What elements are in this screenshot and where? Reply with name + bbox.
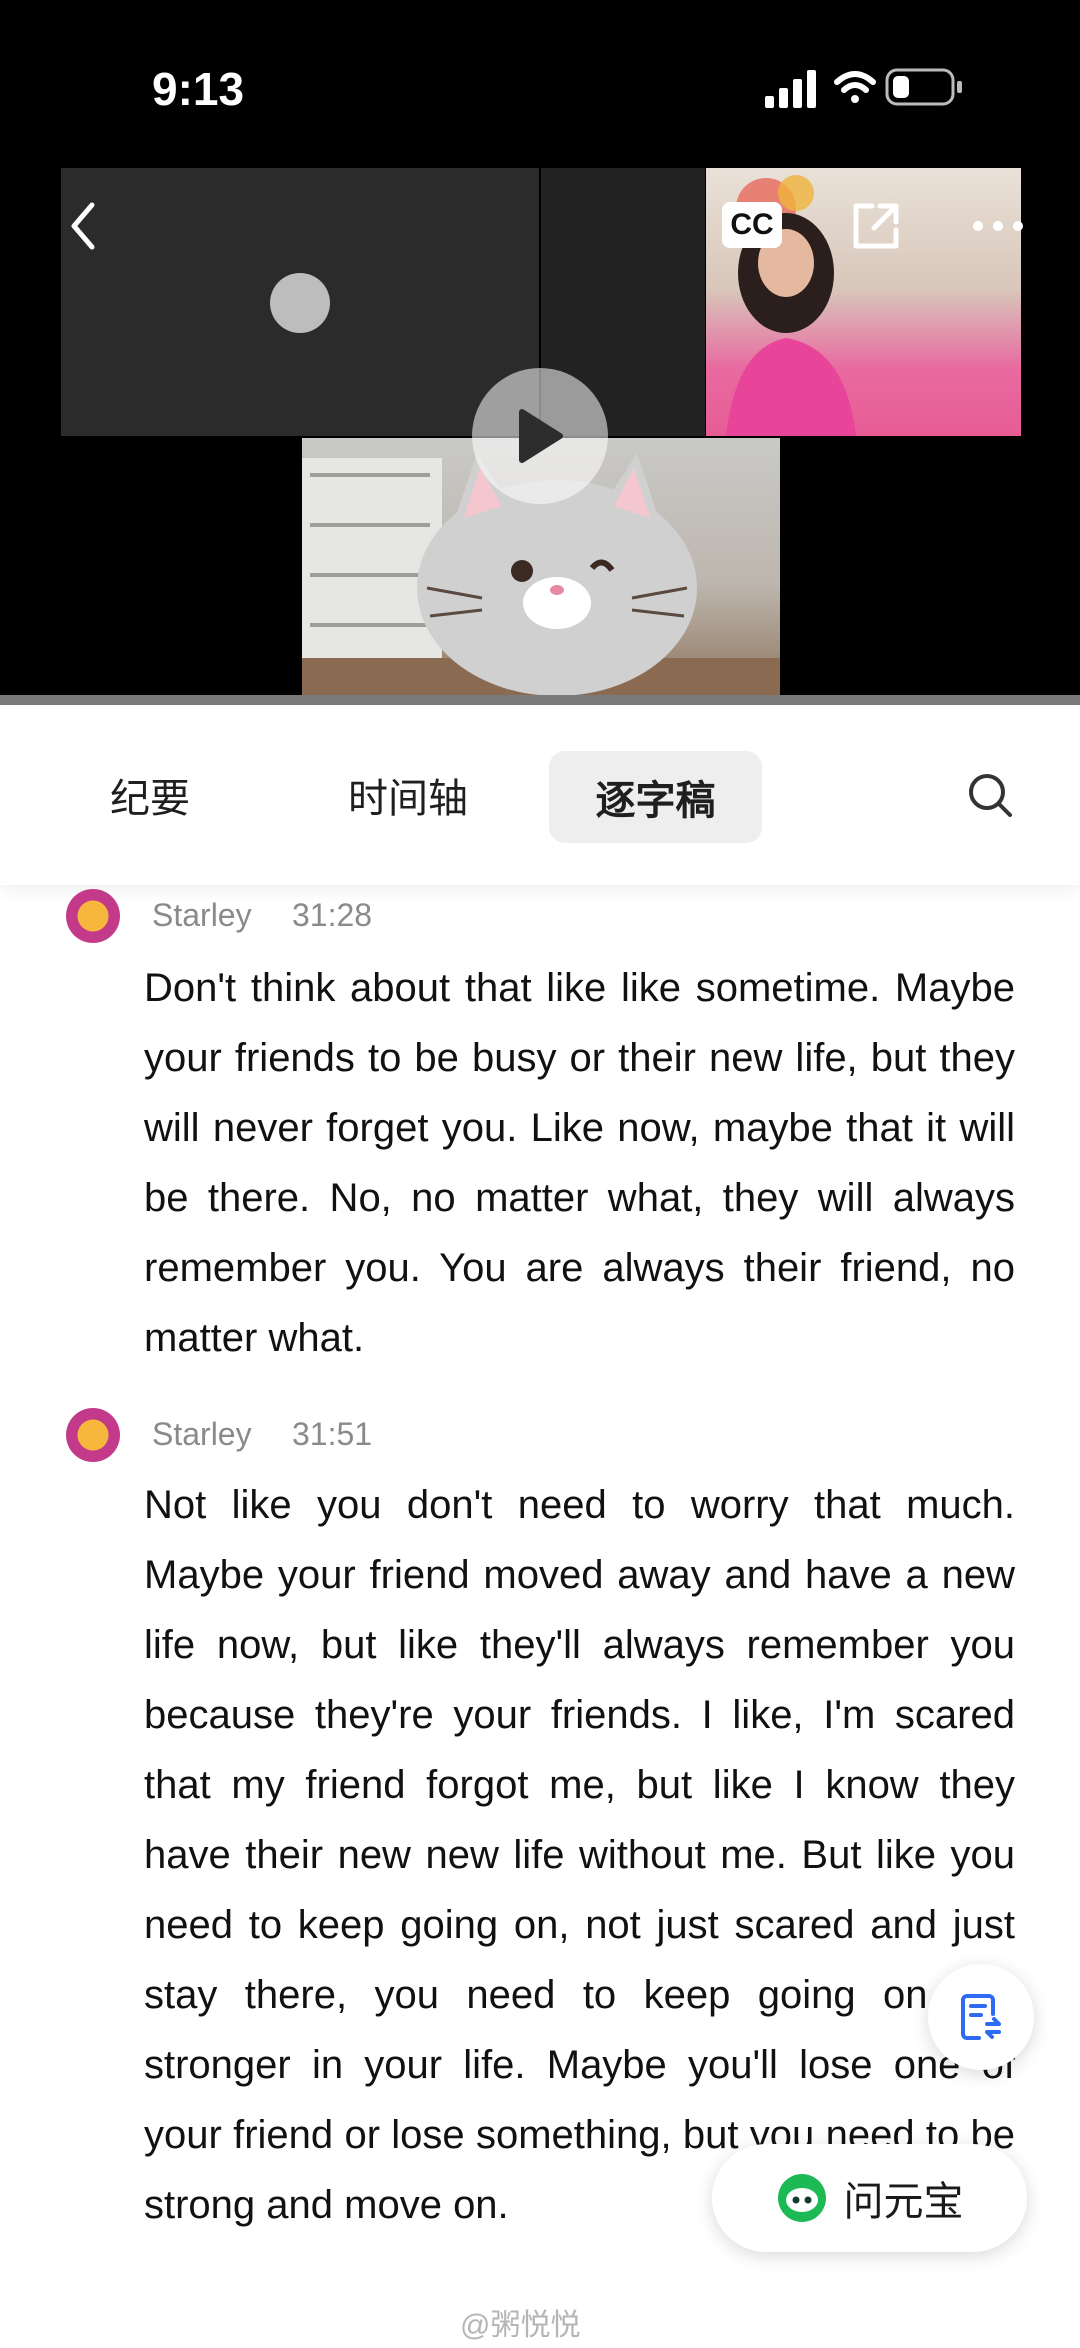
tab-summary[interactable]: 纪要: [60, 705, 240, 885]
document-action-button[interactable]: [928, 1964, 1034, 2070]
status-time: 9:13: [152, 63, 245, 115]
tab-transcript[interactable]: 逐字稿: [549, 751, 762, 843]
participant-avatar-placeholder: [270, 273, 330, 333]
wifi-icon: [834, 71, 876, 103]
status-icons: [765, 68, 962, 108]
search-icon[interactable]: [960, 765, 1020, 825]
transcript-paragraph[interactable]: Don't think about that like like sometim…: [144, 953, 1015, 1373]
speaker-timestamp[interactable]: 31:51: [292, 1416, 372, 1453]
yuanbao-icon: [777, 2174, 826, 2222]
share-icon[interactable]: [846, 196, 906, 256]
ask-yuanbao-button[interactable]: 问元宝: [712, 2144, 1027, 2252]
document-icon: [961, 1994, 1001, 2040]
speaker-avatar: [66, 889, 120, 943]
speaker-avatar: [66, 1408, 120, 1462]
video-area: 9:13 CC: [0, 0, 1080, 705]
video-progress-bar[interactable]: [0, 695, 1080, 705]
play-button[interactable]: [472, 368, 608, 504]
speaker-name: Starley: [152, 1416, 252, 1452]
watermark: @粥悦悦: [460, 2309, 581, 2342]
ask-yuanbao-label: 问元宝: [843, 2180, 964, 2224]
more-icon[interactable]: [970, 206, 1026, 246]
tab-bar: 纪要 时间轴 逐字稿: [0, 705, 1080, 885]
cc-label: CC: [730, 208, 774, 241]
tab-timeline[interactable]: 时间轴: [318, 705, 498, 885]
signal-icon: [765, 70, 816, 108]
transcript-paragraph[interactable]: Not like you don't need to worry that mu…: [144, 1470, 1015, 2240]
battery-icon: [885, 68, 962, 106]
cc-button[interactable]: CC: [722, 202, 782, 248]
speaker-timestamp[interactable]: 31:28: [292, 897, 372, 934]
back-icon[interactable]: [58, 196, 108, 256]
speaker-name: Starley: [152, 897, 252, 933]
